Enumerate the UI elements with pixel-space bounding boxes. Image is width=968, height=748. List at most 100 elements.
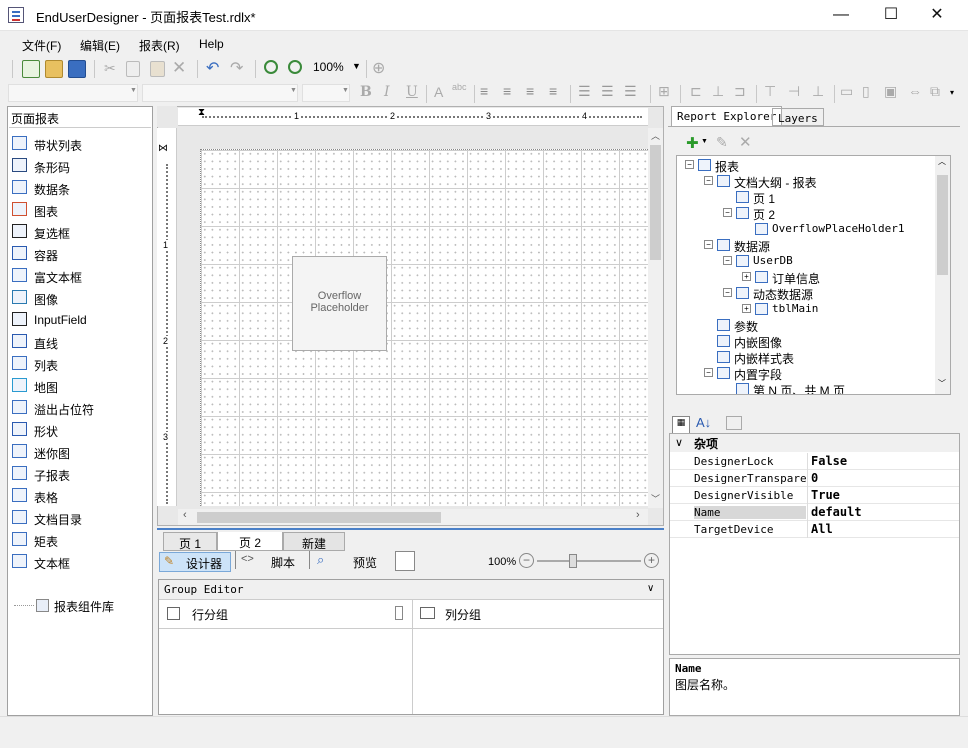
component-library[interactable]: 报表组件库 (14, 597, 142, 617)
scroll-right-icon[interactable]: › (636, 509, 640, 521)
zoom-in-icon[interactable] (288, 60, 302, 74)
tree-node[interactable]: OverflowPlaceHolder1 (677, 221, 935, 237)
tree-node[interactable]: − UserDB (677, 253, 935, 269)
script-icon[interactable]: <> (241, 553, 254, 565)
scroll-left-icon[interactable]: ‹ (183, 509, 187, 521)
italic-icon[interactable]: I (384, 84, 390, 100)
collapse-icon[interactable]: ∨ (675, 436, 683, 449)
collapse-icon[interactable]: − (704, 368, 713, 377)
menu-edit[interactable]: 编辑(E) (80, 37, 120, 54)
chevron-down-icon[interactable]: ▼ (352, 61, 361, 71)
scroll-up-icon[interactable]: ︿ (651, 129, 660, 142)
categorized-icon[interactable]: ▦ (672, 416, 690, 434)
open-folder-icon[interactable] (45, 60, 63, 78)
same-height-icon[interactable]: ▯ (862, 83, 870, 100)
maximize-button[interactable]: ☐ (868, 0, 914, 31)
tab-page-1[interactable]: 页 1 (163, 532, 217, 551)
bold-icon[interactable]: B (360, 84, 372, 100)
script-view-button[interactable]: 脚本 (271, 554, 295, 571)
tree-scroll-thumb[interactable] (937, 175, 948, 275)
font-color-icon[interactable]: A (434, 84, 443, 100)
collapse-icon[interactable]: − (723, 256, 732, 265)
zoom-out-icon[interactable] (264, 60, 278, 74)
add-icon[interactable]: ✚ (686, 134, 699, 152)
ruler-marker-icon[interactable]: ⋈ (158, 143, 168, 154)
property-category[interactable]: ∨ 杂项 (670, 434, 959, 452)
toolbox-item[interactable]: 复选框 (10, 221, 150, 243)
align-rights-icon[interactable]: ⊐ (734, 83, 746, 100)
property-value[interactable]: False (811, 454, 847, 468)
preview-icon[interactable]: ⌕ (317, 552, 324, 568)
redo-icon[interactable]: ↷ (230, 58, 243, 78)
chevron-down-icon[interactable]: ▼ (701, 138, 708, 145)
new-icon[interactable] (22, 60, 40, 78)
collapse-icon[interactable]: − (723, 288, 732, 297)
menu-help[interactable]: Help (199, 37, 224, 51)
tree-node[interactable]: + 订单信息 (677, 269, 935, 286)
collapse-icon[interactable]: − (704, 240, 713, 249)
spacing-icon[interactable]: ⇔ (908, 83, 922, 99)
collapse-icon[interactable]: − (723, 208, 732, 217)
toolbox-item[interactable]: 文档目录 (10, 507, 150, 529)
property-pages-icon[interactable] (726, 416, 742, 430)
tree-node[interactable]: − 数据源 (677, 237, 935, 254)
preview-view-button[interactable]: 预览 (353, 554, 377, 571)
justify-icon[interactable]: ≡ (549, 83, 557, 99)
toolbox-item[interactable]: 迷你图 (10, 441, 150, 463)
underline-icon[interactable]: U (406, 84, 418, 100)
fit-page-icon[interactable]: ⊕ (372, 58, 385, 78)
tab-layers[interactable]: Layers (772, 108, 824, 126)
toolbox-item[interactable]: 图表 (10, 199, 150, 221)
numbered-list-icon[interactable]: ☰ (601, 83, 614, 100)
tree-node[interactable]: 参数 (677, 317, 935, 334)
toolbox-item[interactable]: 条形码 (10, 155, 150, 177)
collapse-icon[interactable]: − (685, 160, 694, 169)
toolbox-item[interactable]: 带状列表 (10, 133, 150, 155)
property-row[interactable]: TargetDevice All (670, 521, 959, 538)
chevron-down-icon[interactable]: ∨ (647, 583, 654, 594)
align-center-icon[interactable]: ≡ (503, 83, 511, 99)
close-button[interactable]: ✕ (914, 0, 960, 31)
tree-node[interactable]: − 动态数据源 (677, 285, 935, 302)
edit-icon[interactable]: ✎ (716, 134, 728, 151)
tree-node[interactable]: − 页 2 (677, 205, 935, 222)
tree-node[interactable]: 页 1 (677, 189, 935, 206)
property-row[interactable]: Name default (670, 504, 959, 521)
tree-node[interactable]: + tblMain (677, 301, 935, 317)
align-grid-icon[interactable]: ⊞ (658, 83, 670, 100)
property-value[interactable]: True (811, 488, 840, 502)
toolbox-item[interactable]: 富文本框 (10, 265, 150, 287)
horizontal-scroll-thumb[interactable] (197, 512, 441, 523)
designer-view-button[interactable]: ✎ 设计器 (159, 552, 231, 572)
row-groups-handle-icon[interactable] (395, 606, 403, 620)
collapse-icon[interactable]: − (704, 176, 713, 185)
same-width-icon[interactable]: ▭ (840, 83, 853, 100)
remove-icon[interactable]: ✕ (739, 133, 752, 151)
property-value[interactable]: 0 (811, 471, 818, 485)
cut-icon[interactable]: ✂ (104, 60, 116, 77)
bullet-list-icon[interactable]: ☰ (578, 83, 591, 100)
align-bottoms-icon[interactable]: ⊥ (812, 83, 824, 100)
vertical-scroll-thumb[interactable] (650, 145, 661, 260)
sort-alpha-icon[interactable]: A↓ (696, 415, 711, 430)
overflow-placeholder[interactable]: Overflow Placeholder (292, 256, 387, 351)
menu-report[interactable]: 报表(R) (139, 37, 180, 54)
toolbox-item[interactable]: 直线 (10, 331, 150, 353)
toolbox-item[interactable]: 形状 (10, 419, 150, 441)
tab-report-explorer[interactable]: Report Explorer (671, 106, 783, 126)
zoom-slider-track[interactable] (537, 560, 641, 562)
toolbox-item[interactable]: 溢出占位符 (10, 397, 150, 419)
report-page[interactable] (200, 149, 648, 506)
zoom-combo[interactable]: 100% (313, 60, 344, 74)
toolbox-item[interactable]: 图像 (10, 287, 150, 309)
zoom-minus-icon[interactable]: − (519, 553, 534, 568)
undo-icon[interactable]: ↶ (206, 58, 219, 78)
toolbox-item[interactable]: InputField (10, 309, 150, 331)
align-lefts-icon[interactable]: ⊏ (690, 83, 702, 100)
property-value[interactable]: All (811, 522, 833, 536)
toolbox-item[interactable]: 列表 (10, 353, 150, 375)
scroll-down-icon[interactable]: ﹀ (651, 492, 660, 505)
property-row[interactable]: DesignerVisible True (670, 487, 959, 504)
order-icon[interactable]: ⧉ (930, 83, 940, 100)
tree-node[interactable]: 内嵌图像 (677, 333, 935, 350)
